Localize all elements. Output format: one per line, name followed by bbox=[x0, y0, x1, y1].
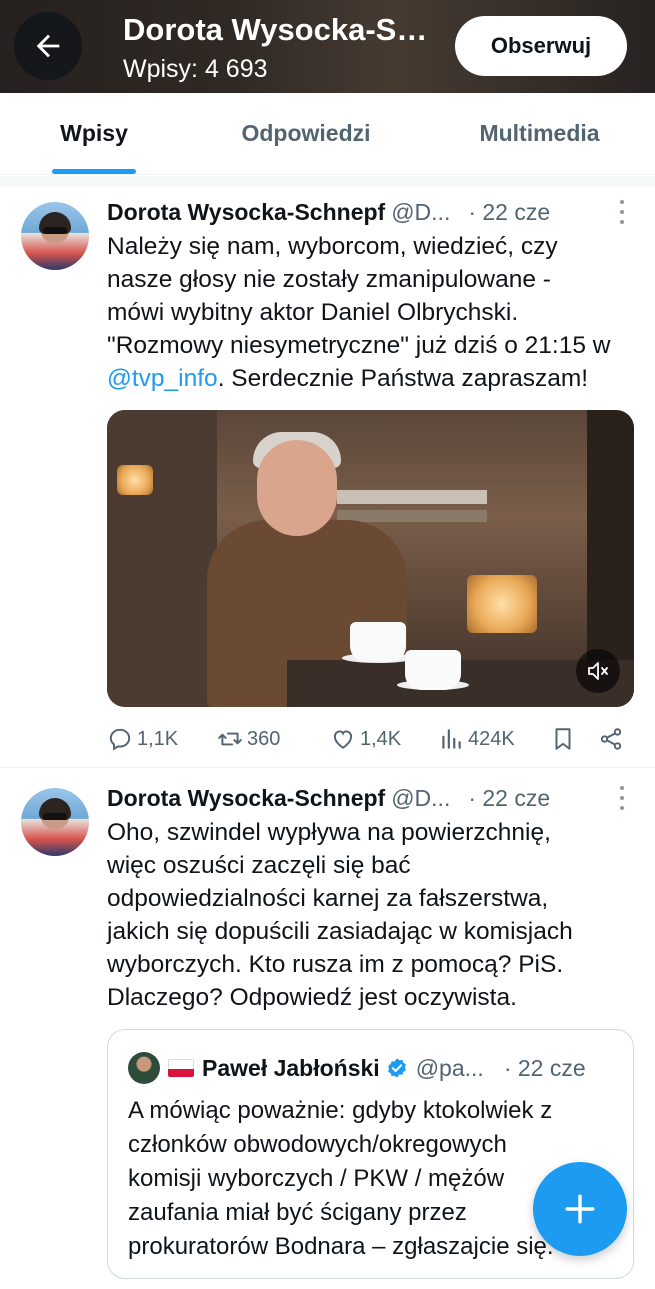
like-button[interactable]: 1,4K bbox=[330, 726, 438, 752]
plus-icon bbox=[565, 1194, 595, 1224]
tweet-actions: 1,1K 360 1,4K 424K bbox=[107, 719, 632, 759]
quote-author-name: Paweł Jabłoński bbox=[202, 1054, 380, 1081]
text-line: nasze głosy nie zostały zmanipulowane - bbox=[107, 266, 551, 293]
arrow-left-icon bbox=[36, 34, 60, 58]
text-line: odpowiedzialności karnej za fałszerstwa, bbox=[107, 885, 549, 912]
posts-count: Wpisy: 4 693 bbox=[123, 55, 268, 83]
text-line: @tvp_info. Serdecznie Państwa zapraszam! bbox=[107, 362, 632, 395]
bookmark-icon bbox=[555, 728, 571, 750]
views-count: 424K bbox=[468, 727, 515, 750]
author-name[interactable]: Dorota Wysocka-Schnepf bbox=[107, 199, 385, 226]
author-name[interactable]: Dorota Wysocka-Schnepf bbox=[107, 785, 385, 812]
text-line: "Rozmowy niesymetryczne" już dziś o 21:1… bbox=[107, 332, 611, 359]
avatar[interactable] bbox=[21, 202, 89, 270]
text-line: Należy się nam, wyborcom, wiedzieć, czy bbox=[107, 233, 558, 260]
compose-button[interactable] bbox=[533, 1162, 627, 1256]
verified-badge-icon bbox=[387, 1058, 406, 1078]
bookmark-button[interactable] bbox=[550, 726, 598, 752]
tweet-time[interactable]: · 22 cze bbox=[468, 785, 550, 812]
text-tail: . Serdecznie Państwa zapraszam! bbox=[217, 365, 589, 392]
reply-icon bbox=[109, 728, 131, 751]
reply-button[interactable]: 1,1K bbox=[107, 726, 217, 752]
profile-name: Dorota Wysocka-Schnepf bbox=[123, 12, 438, 47]
tweet-text: Oho, szwindel wypływa na powierzchnię, w… bbox=[107, 816, 632, 1014]
mute-button[interactable] bbox=[576, 649, 620, 693]
text-line: jakich się dopuścili zasiadając w komisj… bbox=[107, 918, 573, 945]
divider bbox=[0, 176, 655, 186]
tweet-header: Dorota Wysocka-Schnepf @D... · 22 cze bbox=[107, 196, 627, 228]
back-button[interactable] bbox=[14, 12, 82, 80]
tab-label: Multimedia bbox=[479, 120, 600, 146]
views-chart-icon bbox=[442, 729, 461, 749]
text-line: mówi wybitny aktor Daniel Olbrychski. bbox=[107, 299, 519, 326]
tab-label: Odpowiedzi bbox=[241, 120, 371, 146]
follow-button[interactable]: Obserwuj bbox=[455, 16, 627, 76]
retweet-icon bbox=[218, 732, 242, 746]
poland-flag-icon bbox=[168, 1059, 194, 1077]
speaker-muted-icon bbox=[588, 662, 608, 680]
quote-author-handle: @pa... bbox=[415, 1054, 484, 1081]
mention-link[interactable]: @tvp_info bbox=[107, 365, 218, 392]
retweet-button[interactable]: 360 bbox=[217, 726, 330, 752]
divider bbox=[0, 767, 655, 768]
tab-replies[interactable]: Odpowiedzi bbox=[188, 93, 424, 174]
quote-avatar bbox=[128, 1052, 160, 1084]
author-handle: @D... bbox=[391, 198, 451, 225]
avatar[interactable] bbox=[21, 788, 89, 856]
retweet-count: 360 bbox=[247, 727, 281, 750]
tweet-header: Dorota Wysocka-Schnepf @D... · 22 cze bbox=[107, 782, 627, 814]
more-options-icon[interactable] bbox=[619, 200, 625, 224]
heart-icon bbox=[333, 730, 353, 749]
quote-time: · 22 cze bbox=[503, 1054, 586, 1081]
tweet-text: Należy się nam, wyborcom, wiedzieć, czy … bbox=[107, 230, 632, 395]
text-line: A mówiąc poważnie: gdyby ktokolwiek z bbox=[128, 1097, 553, 1124]
tab-posts[interactable]: Wpisy bbox=[0, 93, 188, 174]
more-options-icon[interactable] bbox=[619, 786, 625, 810]
text-line: wyborczych. Kto rusza im z pomocą? PiS. bbox=[107, 951, 564, 978]
tweet[interactable]: Dorota Wysocka-Schnepf @D... · 22 cze Na… bbox=[0, 196, 655, 766]
like-count: 1,4K bbox=[360, 727, 402, 750]
author-handle: @D... bbox=[391, 784, 451, 811]
views-button[interactable]: 424K bbox=[438, 726, 550, 752]
quote-header: Paweł Jabłoński @pa... · 22 cze bbox=[128, 1052, 586, 1084]
profile-header: Dorota Wysocka-Schnepf Wpisy: 4 693 Obse… bbox=[0, 0, 655, 93]
tab-media[interactable]: Multimedia bbox=[424, 93, 655, 174]
text-line: więc oszuści zaczęli się bać bbox=[107, 852, 411, 879]
tab-label: Wpisy bbox=[60, 120, 128, 146]
profile-tabs: Wpisy Odpowiedzi Multimedia bbox=[0, 93, 655, 175]
share-icon bbox=[600, 728, 622, 750]
video-media[interactable] bbox=[107, 410, 634, 707]
active-tab-indicator bbox=[52, 169, 136, 174]
text-line: Dlaczego? Odpowiedź jest oczywista. bbox=[107, 984, 517, 1011]
text-line: Oho, szwindel wypływa na powierzchnię, bbox=[107, 819, 551, 846]
reply-count: 1,1K bbox=[137, 727, 179, 750]
text-line: członków obwodowych/okregowych bbox=[128, 1131, 507, 1158]
share-button[interactable] bbox=[598, 726, 624, 752]
tweet-time[interactable]: · 22 cze bbox=[468, 199, 550, 226]
